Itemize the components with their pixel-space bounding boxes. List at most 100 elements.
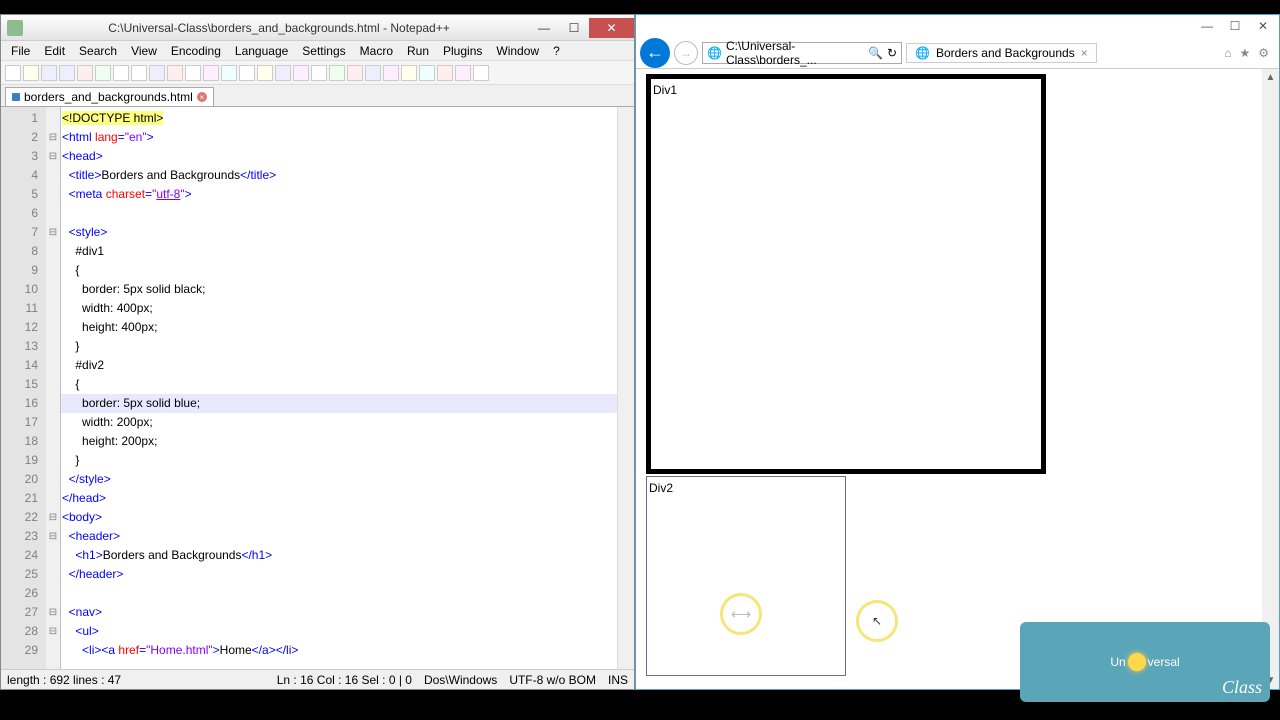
fold-toggle[interactable] [46,375,60,394]
code-line[interactable]: <ul> [60,622,617,641]
tab-close-icon[interactable]: × [197,92,207,102]
code-line[interactable]: width: 400px; [60,299,617,318]
maximize-button[interactable]: ☐ [559,18,589,38]
menu-settings[interactable]: Settings [296,42,351,60]
toolbar-icon[interactable] [257,65,273,81]
code-line[interactable]: <body> [60,508,617,527]
code-area[interactable]: <!DOCTYPE html><html lang="en"><head> <t… [60,107,617,669]
fold-toggle[interactable] [46,394,60,413]
ie-maximize-button[interactable]: ☐ [1221,17,1249,35]
fold-toggle[interactable] [46,299,60,318]
fold-toggle[interactable]: ⊟ [46,527,60,546]
code-line[interactable]: <header> [60,527,617,546]
home-icon[interactable]: ⌂ [1224,46,1231,60]
fold-toggle[interactable]: ⊟ [46,147,60,166]
code-line[interactable]: <style> [60,223,617,242]
fold-toggle[interactable]: ⊟ [46,603,60,622]
toolbar-icon[interactable] [95,65,111,81]
fold-toggle[interactable] [46,280,60,299]
ie-titlebar[interactable]: — ☐ ✕ [636,15,1279,37]
page-scrollbar[interactable]: ▲ ▼ [1262,69,1279,689]
toolbar-icon[interactable] [41,65,57,81]
fold-toggle[interactable] [46,413,60,432]
toolbar-icon[interactable] [275,65,291,81]
code-line[interactable] [60,584,617,603]
toolbar-icon[interactable] [293,65,309,81]
fold-toggle[interactable] [46,470,60,489]
toolbar-icon[interactable] [5,65,21,81]
fold-toggle[interactable] [46,584,60,603]
toolbar-icon[interactable] [167,65,183,81]
code-line[interactable]: { [60,375,617,394]
code-line[interactable] [60,204,617,223]
toolbar-icon[interactable] [59,65,75,81]
toolbar-icon[interactable] [23,65,39,81]
toolbar-icon[interactable] [455,65,471,81]
close-button[interactable]: ✕ [589,18,634,38]
code-line[interactable]: } [60,451,617,470]
menu-language[interactable]: Language [229,42,294,60]
toolbar-icon[interactable] [203,65,219,81]
code-line[interactable]: #div1 [60,242,617,261]
code-line[interactable]: </header> [60,565,617,584]
toolbar-icon[interactable] [221,65,237,81]
menu-search[interactable]: Search [73,42,123,60]
toolbar-icon[interactable] [437,65,453,81]
code-line[interactable]: <li><a href="Home.html">Home</a></li> [60,641,617,660]
menu-plugins[interactable]: Plugins [437,42,488,60]
code-line[interactable]: height: 200px; [60,432,617,451]
toolbar-icon[interactable] [419,65,435,81]
fold-toggle[interactable]: ⊟ [46,508,60,527]
ie-close-button[interactable]: ✕ [1249,17,1277,35]
back-button[interactable]: ← [640,38,670,68]
fold-toggle[interactable] [46,318,60,337]
toolbar-icon[interactable] [473,65,489,81]
fold-toggle[interactable] [46,546,60,565]
fold-toggle[interactable]: ⊟ [46,223,60,242]
code-editor[interactable]: 1234567891011121314151617181920212223242… [1,107,634,669]
toolbar-icon[interactable] [401,65,417,81]
menu-run[interactable]: Run [401,42,435,60]
code-line[interactable]: { [60,261,617,280]
toolbar-icon[interactable] [185,65,201,81]
code-line[interactable]: </head> [60,489,617,508]
fold-toggle[interactable] [46,451,60,470]
menu-?[interactable]: ? [547,42,566,60]
toolbar-icon[interactable] [239,65,255,81]
toolbar-icon[interactable] [113,65,129,81]
fold-toggle[interactable] [46,261,60,280]
fold-toggle[interactable] [46,432,60,451]
search-icon[interactable]: 🔍 [868,46,883,60]
fold-toggle[interactable] [46,565,60,584]
code-line[interactable]: <h1>Borders and Backgrounds</h1> [60,546,617,565]
menu-view[interactable]: View [125,42,163,60]
code-line[interactable]: </style> [60,470,617,489]
fold-toggle[interactable] [46,204,60,223]
fold-toggle[interactable] [46,242,60,261]
toolbar-icon[interactable] [311,65,327,81]
minimize-button[interactable]: — [529,18,559,38]
favorites-icon[interactable]: ★ [1239,46,1250,60]
menu-window[interactable]: Window [490,42,545,60]
code-line[interactable]: } [60,337,617,356]
code-line[interactable]: <meta charset="utf-8"> [60,185,617,204]
toolbar-icon[interactable] [77,65,93,81]
fold-toggle[interactable] [46,489,60,508]
code-line[interactable]: border: 5px solid blue; [60,394,617,413]
code-line[interactable]: height: 400px; [60,318,617,337]
toolbar-icon[interactable] [383,65,399,81]
address-bar[interactable]: 🌐 C:\Universal-Class\borders_... 🔍 ↻ [702,42,902,64]
code-line[interactable]: <html lang="en"> [60,128,617,147]
menu-encoding[interactable]: Encoding [165,42,227,60]
fold-toggle[interactable]: ⊟ [46,128,60,147]
menu-file[interactable]: File [5,42,36,60]
fold-toggle[interactable] [46,185,60,204]
code-line[interactable]: <head> [60,147,617,166]
code-line[interactable]: <title>Borders and Backgrounds</title> [60,166,617,185]
code-line[interactable]: <nav> [60,603,617,622]
fold-toggle[interactable] [46,356,60,375]
tab-close-icon[interactable]: × [1081,46,1088,60]
fold-toggle[interactable] [46,641,60,660]
menu-edit[interactable]: Edit [38,42,71,60]
refresh-icon[interactable]: ↻ [887,46,897,60]
